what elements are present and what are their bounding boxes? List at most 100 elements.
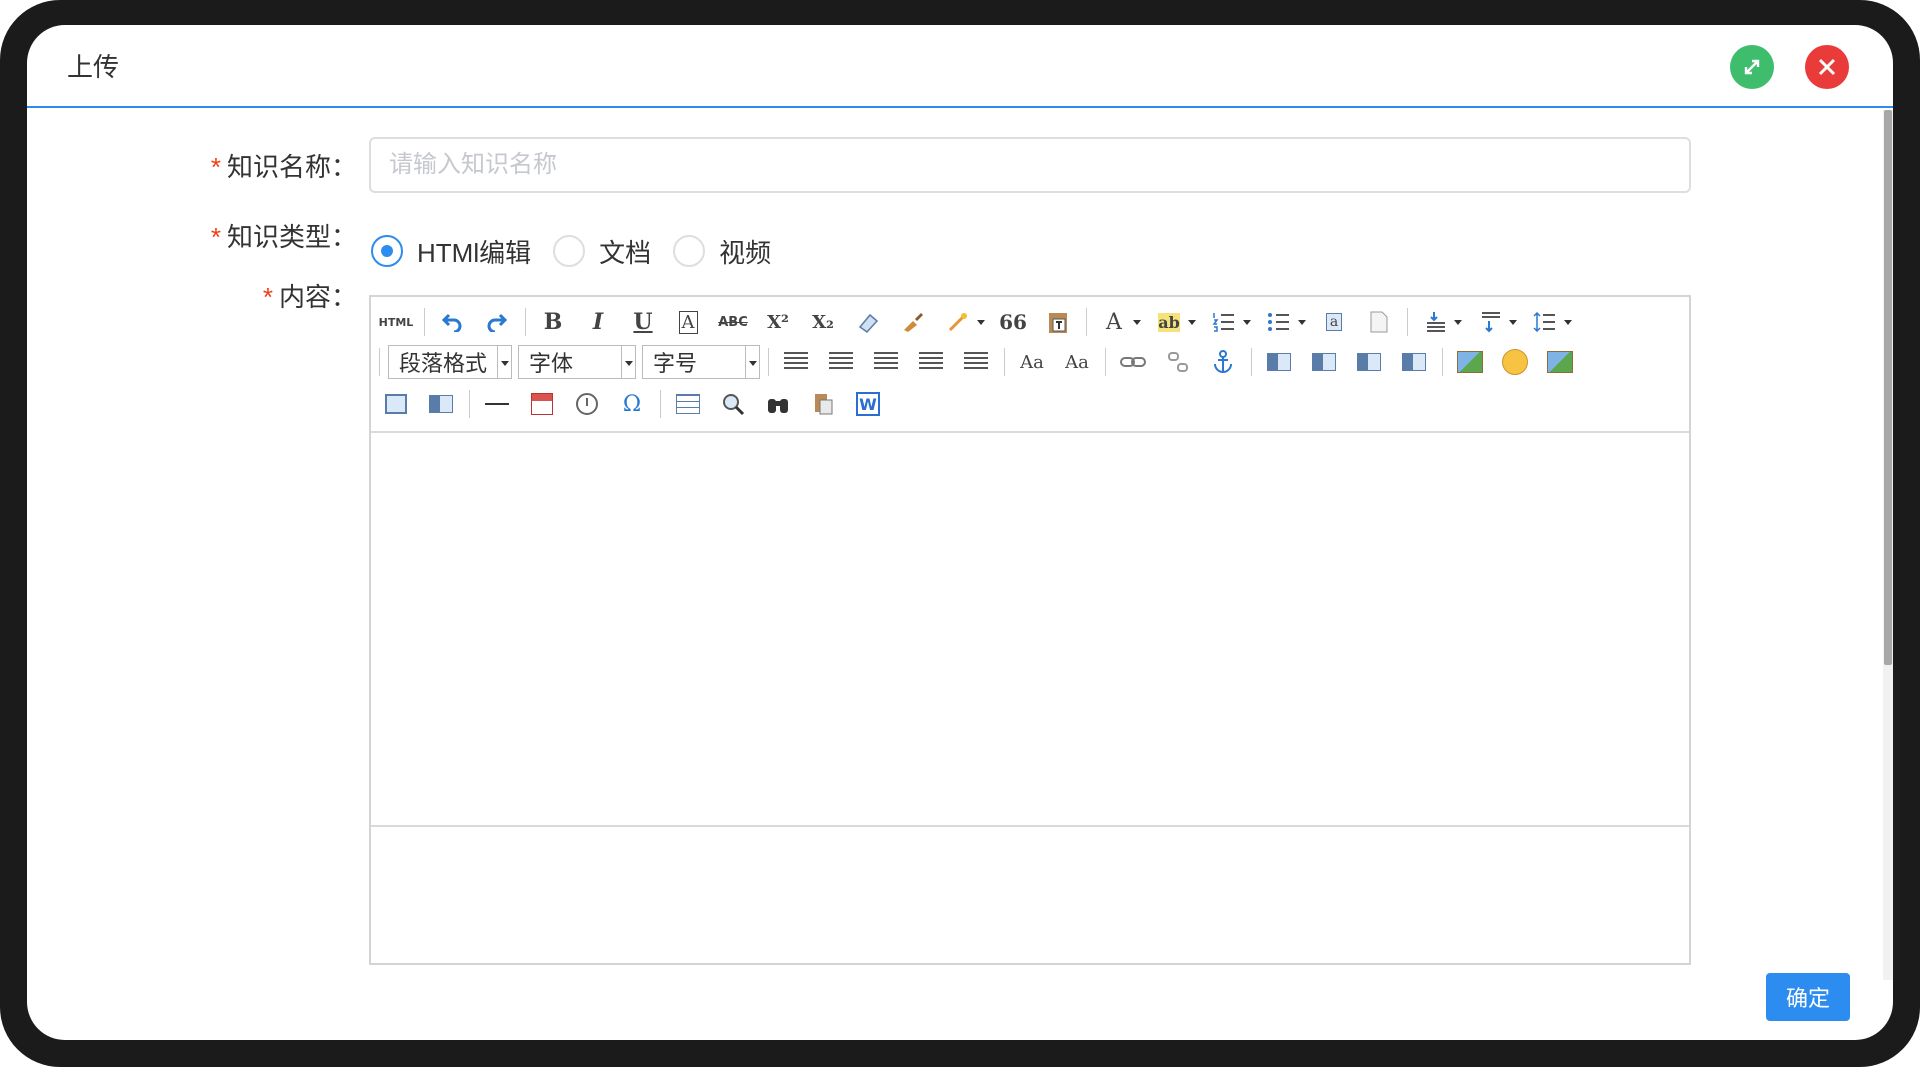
chevron-down-icon — [497, 346, 511, 378]
indent-button[interactable] — [777, 345, 815, 379]
binoculars-icon — [768, 399, 788, 413]
image-left-button[interactable] — [1305, 345, 1343, 379]
eraser-button[interactable] — [849, 305, 887, 339]
align-center-button[interactable] — [867, 345, 905, 379]
font-color-dropdown[interactable]: A — [1095, 305, 1143, 339]
special-char-button[interactable]: Ω — [613, 387, 651, 421]
format-painter-button[interactable] — [894, 305, 932, 339]
required-mark: * — [210, 152, 221, 182]
scrollbar-thumb[interactable] — [1884, 110, 1892, 665]
horizontal-rule-button[interactable] — [478, 387, 516, 421]
toolbar-separator — [469, 390, 470, 418]
preview-button[interactable] — [714, 387, 752, 421]
dialog-header: 上传 — [27, 25, 1893, 108]
image-none-button[interactable] — [1260, 345, 1298, 379]
align-right-button[interactable] — [912, 345, 950, 379]
superscript-button[interactable]: X² — [759, 305, 797, 339]
clock-icon — [576, 393, 598, 415]
html-source-button[interactable]: HTML — [377, 305, 415, 339]
font-border-button[interactable]: A — [669, 305, 707, 339]
uppercase-button[interactable]: Aa — [1013, 345, 1051, 379]
case-upper-icon: Aa — [1020, 351, 1044, 373]
bold-button[interactable]: B — [534, 305, 572, 339]
italic-button[interactable]: I — [579, 305, 617, 339]
anchor-icon — [1214, 350, 1233, 373]
redo-button[interactable] — [478, 305, 516, 339]
upload-dialog: 上传 *知识名称： *知识类型： — [27, 25, 1893, 1040]
row-spacing-top-dropdown[interactable] — [1416, 305, 1464, 339]
new-document-button[interactable] — [1360, 305, 1398, 339]
clipboard-icon — [815, 394, 833, 415]
calendar-icon — [531, 393, 553, 415]
align-right-icon — [919, 352, 944, 372]
toolbar-separator — [1407, 308, 1408, 336]
spacing-top-icon — [1427, 312, 1445, 332]
align-center-icon — [874, 352, 899, 372]
anchor-button[interactable] — [1204, 345, 1242, 379]
insert-image-button[interactable] — [1451, 345, 1489, 379]
device-frame: 上传 *知识名称： *知识类型： — [0, 0, 1920, 1067]
required-mark: * — [210, 222, 221, 252]
toolbar-separator — [768, 348, 770, 376]
insert-frame-button[interactable] — [422, 387, 460, 421]
close-button[interactable] — [1805, 45, 1849, 89]
paragraph-format-select[interactable]: 段落格式 — [388, 345, 513, 379]
align-left-icon — [829, 352, 854, 372]
editor-content-area[interactable] — [371, 435, 1689, 825]
emotion-button[interactable] — [1496, 345, 1534, 379]
undo-button[interactable] — [433, 305, 471, 339]
template-button[interactable] — [804, 387, 842, 421]
image-icon — [1457, 351, 1484, 373]
line-height-dropdown[interactable] — [1526, 305, 1574, 339]
unlink-button[interactable] — [1159, 345, 1197, 379]
lowercase-button[interactable]: Aa — [1058, 345, 1096, 379]
smiley-icon — [1502, 349, 1529, 375]
maximize-button[interactable] — [1730, 45, 1774, 89]
image-center-button[interactable] — [1395, 345, 1433, 379]
insert-link-button[interactable] — [1114, 345, 1152, 379]
unordered-list-dropdown[interactable] — [1260, 305, 1308, 339]
insert-time-button[interactable] — [568, 387, 606, 421]
radio-video[interactable]: 视频 — [673, 233, 771, 270]
font-size-select[interactable]: 字号 — [642, 345, 761, 379]
radio-html-editor[interactable]: HTMl编辑 — [371, 233, 531, 270]
align-justify-button[interactable] — [957, 345, 995, 379]
text-direction-button[interactable]: a — [1315, 305, 1353, 339]
redo-icon — [487, 313, 508, 332]
confirm-button[interactable]: 确定 — [1766, 973, 1850, 1021]
image-right-button[interactable] — [1350, 345, 1388, 379]
unlink-icon — [1168, 352, 1189, 372]
video-icon — [385, 394, 407, 414]
underline-button[interactable]: U — [624, 305, 662, 339]
image-left-icon — [1312, 353, 1337, 371]
strikethrough-button[interactable]: ABC — [714, 305, 752, 339]
ordered-list-dropdown[interactable] — [1205, 305, 1253, 339]
radio-document[interactable]: 文档 — [553, 233, 651, 270]
row-spacing-bottom-dropdown[interactable] — [1471, 305, 1519, 339]
font-family-select[interactable]: 字体 — [518, 345, 637, 379]
blockquote-button[interactable]: 66 — [994, 305, 1032, 339]
highlight-color-dropdown[interactable]: ab — [1150, 305, 1198, 339]
required-mark: * — [262, 282, 273, 312]
eraser-icon — [858, 313, 879, 333]
toolbar-separator — [525, 308, 526, 336]
toolbar-separator — [1442, 348, 1444, 376]
insert-video-button[interactable] — [377, 387, 415, 421]
vertical-scrollbar[interactable] — [1883, 110, 1893, 980]
knowledge-name-input[interactable] — [369, 137, 1691, 193]
insert-table-button[interactable] — [669, 387, 707, 421]
paste-plain-button[interactable] — [1039, 305, 1077, 339]
rich-text-editor: HTML B I U A ABC X² X₂ 66 A ab a 段落格式 字体… — [369, 295, 1691, 965]
insert-date-button[interactable] — [523, 387, 561, 421]
scrawl-button[interactable] — [1541, 345, 1579, 379]
toolbar-separator — [424, 308, 425, 336]
subscript-button[interactable]: X₂ — [804, 305, 842, 339]
search-replace-button[interactable] — [759, 387, 797, 421]
align-left-button[interactable] — [822, 345, 860, 379]
auto-typeset-dropdown[interactable] — [939, 305, 987, 339]
font-color-icon: A — [1106, 309, 1122, 335]
toolbar-row-2: 段落格式 字体 字号 Aa Aa — [377, 343, 1586, 381]
word-import-button[interactable]: W — [849, 387, 887, 421]
knowledge-type-radio-group: HTMl编辑 文档 视频 — [371, 233, 793, 269]
content-label: * 内容： — [262, 282, 357, 312]
